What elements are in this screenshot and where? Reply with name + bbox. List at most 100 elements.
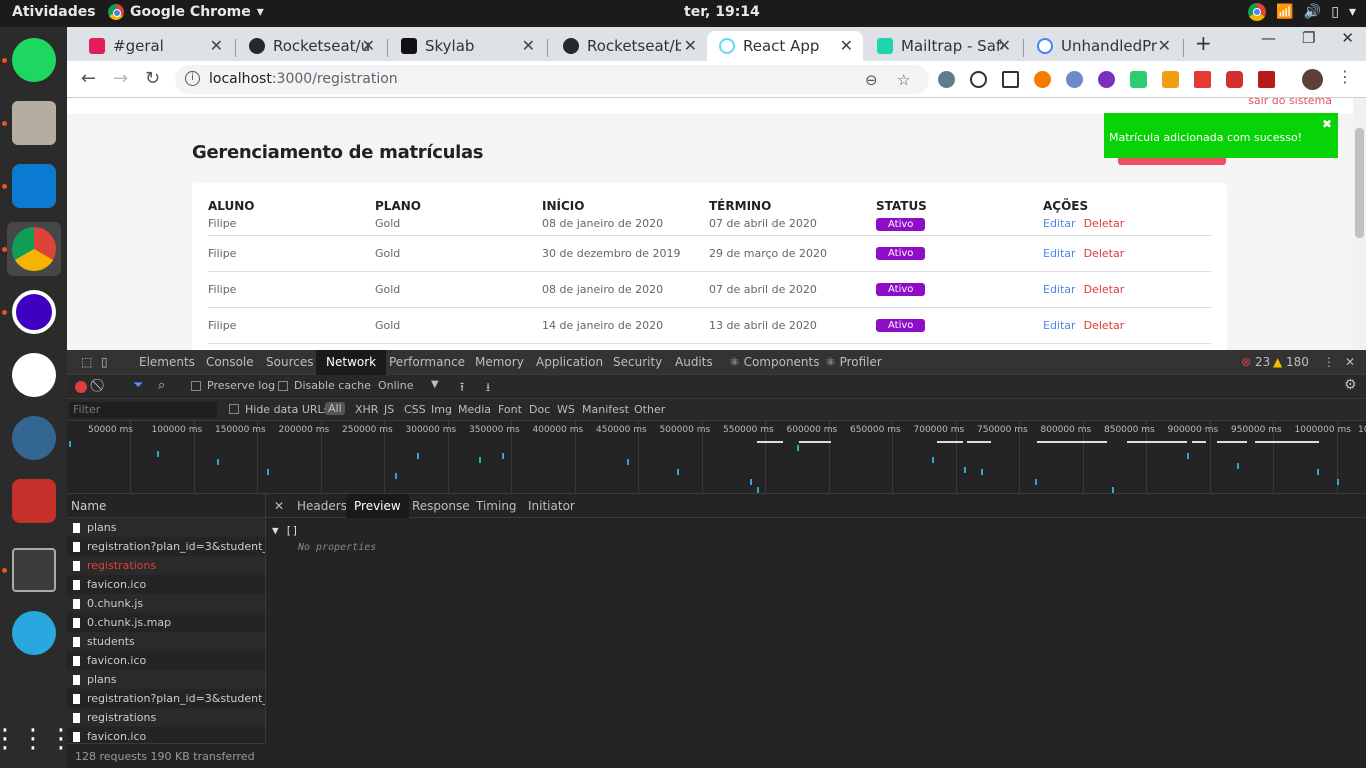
- tab-headers[interactable]: Headers: [297, 499, 347, 513]
- tab-github-rocketseat-u[interactable]: Rocketseat/u ✕: [237, 31, 385, 61]
- dock-mongodb-compass[interactable]: [7, 348, 61, 402]
- dock-app-splash[interactable]: [7, 606, 61, 660]
- menu-kebab-icon[interactable]: ⋮: [1337, 67, 1353, 86]
- warning-count[interactable]: 180: [1286, 355, 1309, 369]
- purple-check-extension-icon[interactable]: [1098, 71, 1115, 88]
- tag-extension-icon[interactable]: [1130, 71, 1147, 88]
- tab-sources[interactable]: Sources: [266, 355, 313, 369]
- tab-elements[interactable]: Elements: [139, 355, 195, 369]
- tab-google-search[interactable]: UnhandledPr ✕: [1025, 31, 1181, 61]
- request-row[interactable]: 0.chunk.js.map: [67, 613, 265, 632]
- dock-chrome[interactable]: [7, 222, 61, 276]
- throttling-select[interactable]: Online: [378, 379, 413, 392]
- bookmark-star-icon[interactable]: ☆: [897, 71, 910, 89]
- filter-js[interactable]: JS: [384, 403, 394, 416]
- tab-performance[interactable]: Performance: [389, 355, 465, 369]
- page-scrollbar[interactable]: [1353, 98, 1366, 350]
- close-window-icon[interactable]: ✕: [1341, 29, 1354, 47]
- tab-memory[interactable]: Memory: [475, 355, 524, 369]
- profile-avatar[interactable]: [1302, 69, 1323, 90]
- tab-network[interactable]: Network: [316, 350, 387, 375]
- show-apps-button[interactable]: ⋮⋮⋮: [0, 712, 74, 766]
- app-menu[interactable]: Google Chrome ▾: [108, 4, 264, 20]
- request-row[interactable]: favicon.ico: [67, 575, 265, 594]
- delete-link[interactable]: Deletar: [1084, 217, 1125, 230]
- tab-initiator[interactable]: Initiator: [528, 499, 575, 513]
- tab-security[interactable]: Security: [613, 355, 662, 369]
- close-icon[interactable]: ✕: [840, 36, 853, 55]
- filter-doc[interactable]: Doc: [529, 403, 550, 416]
- request-row[interactable]: registration?plan_id=3&student_i...: [67, 689, 265, 708]
- minimize-icon[interactable]: —: [1261, 29, 1276, 47]
- rss-extension-icon[interactable]: [1162, 71, 1179, 88]
- tab-response[interactable]: Response: [412, 499, 470, 513]
- search-icon[interactable]: ⌕: [158, 378, 165, 393]
- edit-link[interactable]: Editar: [1043, 217, 1076, 230]
- filter-xhr[interactable]: XHR: [355, 403, 378, 416]
- filter-other[interactable]: Other: [634, 403, 665, 416]
- filter-css[interactable]: CSS: [404, 403, 426, 416]
- success-toast[interactable]: Matrícula adicionada com sucesso! ✖: [1104, 113, 1338, 158]
- request-row[interactable]: plans: [67, 670, 265, 689]
- tab-skylab[interactable]: Skylab ✕: [389, 31, 545, 61]
- export-har-icon[interactable]: ⭳: [486, 378, 490, 399]
- dock-redis-desktop[interactable]: [7, 474, 61, 528]
- new-tab-plus-icon[interactable]: +: [1195, 31, 1212, 55]
- filter-ws[interactable]: WS: [557, 403, 575, 416]
- tab-console[interactable]: Console: [206, 355, 254, 369]
- request-row[interactable]: registrations: [67, 556, 265, 575]
- delete-link[interactable]: Deletar: [1084, 319, 1125, 332]
- system-tray[interactable]: 📶 🔊 ▯ ▾: [1248, 3, 1356, 21]
- dock-terminal[interactable]: [7, 543, 61, 597]
- react-devtools-extension-icon[interactable]: [1258, 71, 1275, 88]
- dock-postgres[interactable]: [7, 411, 61, 465]
- back-arrow-icon[interactable]: ←: [81, 68, 96, 89]
- scrollbar-thumb[interactable]: [1355, 128, 1364, 238]
- inspect-element-icon[interactable]: ⬚: [81, 355, 92, 369]
- close-icon[interactable]: ✖: [1322, 117, 1332, 131]
- request-row[interactable]: 0.chunk.js: [67, 594, 265, 613]
- logout-link[interactable]: sair do sistema: [1248, 98, 1332, 107]
- address-bar[interactable]: i localhost:3000/registration ⊖ ☆: [175, 65, 929, 94]
- request-row[interactable]: students: [67, 632, 265, 651]
- device-toolbar-icon[interactable]: ▯: [101, 355, 108, 369]
- import-har-icon[interactable]: ⭱: [460, 378, 464, 399]
- filter-all[interactable]: All: [325, 402, 345, 415]
- filter-manifest[interactable]: Manifest: [582, 403, 629, 416]
- tab-mailtrap[interactable]: Mailtrap - Safe ✕: [865, 31, 1021, 61]
- maximize-icon[interactable]: ❐: [1302, 29, 1315, 47]
- tab-github-rocketseat-b[interactable]: Rocketseat/b ✕: [551, 31, 707, 61]
- tab-components[interactable]: ⚛ Components: [729, 355, 820, 369]
- edit-link[interactable]: Editar: [1043, 247, 1076, 260]
- tab-preview[interactable]: Preview: [346, 494, 409, 518]
- filter-font[interactable]: Font: [498, 403, 522, 416]
- close-detail-icon[interactable]: ✕: [274, 499, 284, 513]
- close-icon[interactable]: ✕: [998, 36, 1011, 55]
- orange-extension-icon[interactable]: [1034, 71, 1051, 88]
- forward-arrow-icon[interactable]: →: [113, 68, 128, 89]
- close-icon[interactable]: ✕: [1158, 36, 1171, 55]
- close-icon[interactable]: ✕: [684, 36, 697, 55]
- tab-application[interactable]: Application: [536, 355, 603, 369]
- chrome-tray-icon[interactable]: [1248, 3, 1267, 21]
- dock-spotify[interactable]: [7, 33, 61, 87]
- close-icon[interactable]: ✕: [362, 36, 375, 55]
- disable-cache-checkbox[interactable]: [278, 381, 288, 391]
- tab-profiler[interactable]: ⚛ Profiler: [825, 355, 882, 369]
- request-row[interactable]: registrations: [67, 708, 265, 727]
- network-overview-timeline[interactable]: 50000 ms 100000 ms 150000 ms 200000 ms 25000…: [67, 421, 1366, 494]
- tab-slack-geral[interactable]: #geral ✕: [77, 31, 233, 61]
- request-row[interactable]: registration?plan_id=3&student_i...: [67, 537, 265, 556]
- clock[interactable]: ter, 19:14: [684, 4, 760, 20]
- devtools-menu-icon[interactable]: ⋮: [1323, 355, 1335, 369]
- close-icon[interactable]: ✕: [522, 36, 535, 55]
- dock-files[interactable]: [7, 96, 61, 150]
- screenshot-extension-icon[interactable]: [1002, 71, 1019, 88]
- name-column-header[interactable]: Name: [67, 494, 265, 518]
- edit-link[interactable]: Editar: [1043, 283, 1076, 296]
- close-devtools-icon[interactable]: ✕: [1345, 355, 1355, 369]
- preserve-log-checkbox[interactable]: [191, 381, 201, 391]
- filter-input[interactable]: Filter: [69, 402, 217, 418]
- reload-icon[interactable]: ↻: [145, 68, 160, 89]
- error-count[interactable]: 23: [1255, 355, 1270, 369]
